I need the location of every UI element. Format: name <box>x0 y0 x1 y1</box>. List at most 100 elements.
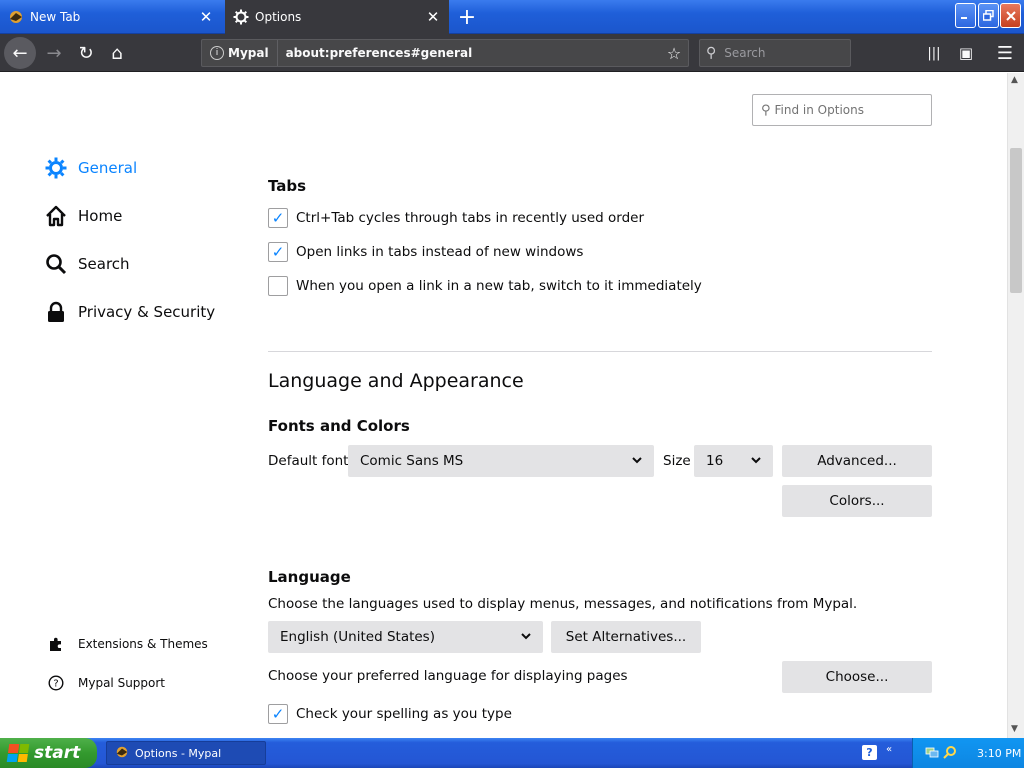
font-size-dropdown[interactable]: 16 <box>694 445 773 477</box>
category-home[interactable]: Home <box>44 201 122 231</box>
default-font-dropdown[interactable]: Comic Sans MS <box>348 445 654 477</box>
language-description: Choose the languages used to display men… <box>268 596 858 612</box>
bookmark-star-icon[interactable]: ☆ <box>660 44 688 63</box>
option-label: Check your spelling as you type <box>296 706 512 722</box>
category-label: General <box>78 159 138 177</box>
tab-strip: New Tab ✕ Options ✕ + <box>0 0 1024 34</box>
clock[interactable]: 3:10 PM <box>977 747 1021 760</box>
start-button[interactable]: start <box>0 738 97 768</box>
search-icon: ⚲ <box>706 45 717 61</box>
scroll-down-arrow-icon[interactable]: ▼ <box>1011 724 1018 734</box>
size-label: Size <box>663 453 691 469</box>
choose-language-button[interactable]: Choose... <box>782 661 932 693</box>
close-tab-icon[interactable]: ✕ <box>423 7 443 27</box>
home-icon: ⌂ <box>111 42 123 64</box>
advanced-fonts-button[interactable]: Advanced... <box>782 445 932 477</box>
preferences-page: ⚲ Find in Options General Home Search Pr… <box>0 73 1007 738</box>
search-icon: ⚲ <box>761 102 771 118</box>
library-icon: ||| <box>927 45 941 61</box>
vertical-scrollbar[interactable]: ▲ ▼ <box>1007 73 1024 738</box>
info-icon: i <box>210 46 224 60</box>
tab-label: Options <box>255 10 302 24</box>
mypal-support-link[interactable]: ? Mypal Support <box>46 671 165 695</box>
colors-button[interactable]: Colors... <box>782 485 932 517</box>
search-tray-icon[interactable] <box>943 745 957 762</box>
ctrl-tab-option[interactable]: ✓ Ctrl+Tab cycles through tabs in recent… <box>268 207 644 229</box>
find-placeholder: Find in Options <box>774 103 864 117</box>
url-text[interactable]: about:preferences#general <box>278 46 660 60</box>
dropdown-value: 16 <box>706 453 724 469</box>
tab-options[interactable]: Options ✕ <box>225 0 449 34</box>
category-privacy-security[interactable]: Privacy & Security <box>44 297 215 327</box>
close-tab-icon[interactable]: ✕ <box>196 7 216 27</box>
library-button[interactable]: ||| <box>920 39 948 67</box>
category-label: Home <box>78 207 123 225</box>
category-label: Privacy & Security <box>78 303 216 321</box>
ui-language-dropdown[interactable]: English (United States) <box>268 621 543 653</box>
mypal-favicon-icon <box>115 745 129 762</box>
category-search[interactable]: Search <box>44 249 130 279</box>
lock-icon <box>44 300 68 324</box>
forward-button[interactable]: → <box>40 39 68 67</box>
mypal-favicon-icon <box>8 9 24 25</box>
puzzle-icon <box>46 636 66 652</box>
extensions-themes-link[interactable]: Extensions & Themes <box>46 632 208 656</box>
page-language-label: Choose your preferred language for displ… <box>268 668 628 684</box>
network-icon[interactable] <box>925 745 939 762</box>
chevron-down-icon <box>632 456 642 467</box>
option-label: Ctrl+Tab cycles through tabs in recently… <box>296 210 645 226</box>
help-icon: ? <box>46 675 66 691</box>
desktop: New Tab ✕ Options ✕ + ← → ↻ ⌂ i Mypal ab… <box>0 0 1024 768</box>
start-label: start <box>34 743 81 763</box>
site-identity[interactable]: i Mypal <box>202 40 278 66</box>
forward-arrow-icon: → <box>46 42 62 64</box>
default-font-label: Default font <box>268 453 349 469</box>
reload-button[interactable]: ↻ <box>72 39 100 67</box>
home-button[interactable]: ⌂ <box>103 39 131 67</box>
scroll-up-arrow-icon[interactable]: ▲ <box>1011 75 1018 85</box>
spellcheck-option[interactable]: ✓ Check your spelling as you type <box>268 703 512 725</box>
svg-text:?: ? <box>53 679 58 690</box>
system-tray: 3:10 PM <box>912 738 1024 768</box>
dropdown-value: Comic Sans MS <box>360 453 464 469</box>
url-bar[interactable]: i Mypal about:preferences#general ☆ <box>201 39 689 67</box>
taskbar-item-mypal[interactable]: Options - Mypal <box>106 741 266 765</box>
new-tab-button[interactable]: + <box>455 4 479 30</box>
dropdown-value: English (United States) <box>280 629 435 645</box>
navigation-toolbar: ← → ↻ ⌂ i Mypal about:preferences#genera… <box>0 34 1024 72</box>
scrollbar-thumb[interactable] <box>1010 148 1022 293</box>
close-window-button[interactable] <box>1000 3 1021 28</box>
minimize-button[interactable] <box>955 3 976 28</box>
find-in-options-input[interactable]: ⚲ Find in Options <box>752 94 932 126</box>
taskbar-item-label: Options - Mypal <box>135 746 222 760</box>
search-icon <box>44 252 68 276</box>
checkbox[interactable]: ✓ <box>268 704 288 724</box>
footer-link-label: Extensions & Themes <box>78 637 208 651</box>
language-appearance-heading: Language and Appearance <box>268 370 524 392</box>
sidebar-button[interactable]: ▣ <box>952 39 980 67</box>
checkbox[interactable]: ✓ <box>268 208 288 228</box>
set-alternatives-button[interactable]: Set Alternatives... <box>551 621 701 653</box>
open-links-in-tabs-option[interactable]: ✓ Open links in tabs instead of new wind… <box>268 241 583 263</box>
checkbox[interactable] <box>268 276 288 296</box>
tray-expand-icon[interactable]: « <box>886 744 892 755</box>
tab-new-tab[interactable]: New Tab ✕ <box>0 3 222 31</box>
windows-logo-icon <box>6 744 30 762</box>
site-identity-label: Mypal <box>228 46 269 60</box>
gear-icon <box>233 9 249 25</box>
help-tray-icon[interactable]: ? <box>862 745 877 760</box>
language-heading: Language <box>268 568 351 586</box>
menu-button[interactable]: ☰ <box>991 39 1019 67</box>
fonts-colors-heading: Fonts and Colors <box>268 417 410 435</box>
option-label: When you open a link in a new tab, switc… <box>296 278 702 294</box>
taskbar: start Options - Mypal ? « 3:10 PM <box>0 738 1024 768</box>
home-icon <box>44 204 68 228</box>
reload-icon: ↻ <box>78 42 94 64</box>
restore-button[interactable] <box>978 3 999 28</box>
search-input[interactable]: ⚲ Search <box>699 39 851 67</box>
back-button[interactable]: ← <box>4 37 36 69</box>
category-general[interactable]: General <box>44 153 137 183</box>
checkbox[interactable]: ✓ <box>268 242 288 262</box>
switch-to-new-tab-option[interactable]: When you open a link in a new tab, switc… <box>268 275 702 297</box>
search-placeholder: Search <box>724 46 766 60</box>
